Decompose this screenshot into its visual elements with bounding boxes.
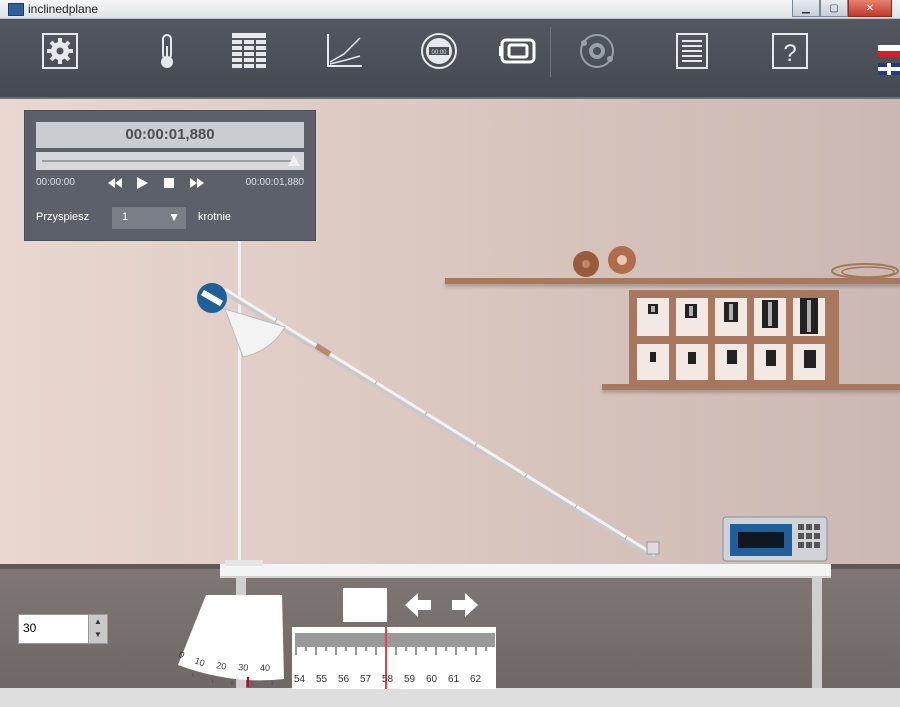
speed-unit: krotnie bbox=[198, 211, 232, 223]
fast-forward-icon bbox=[190, 178, 204, 188]
toolbar: 00:00 ? bbox=[0, 19, 900, 99]
close-button[interactable]: ✕ bbox=[848, 0, 892, 17]
end-time-label: 00:00:01,880 bbox=[245, 177, 304, 188]
table-icon bbox=[232, 33, 266, 68]
app-icon bbox=[8, 3, 24, 16]
ruler-tick-label: 55 bbox=[316, 674, 328, 685]
ruler-tick-label: 59 bbox=[404, 674, 416, 685]
graph-icon bbox=[327, 34, 362, 67]
maximize-button[interactable]: ▢ bbox=[820, 0, 848, 17]
svg-text:?: ? bbox=[783, 40, 796, 67]
seek-thumb[interactable] bbox=[288, 155, 300, 166]
speed-value: 1 bbox=[122, 211, 129, 223]
arrow-right-icon[interactable] bbox=[450, 591, 480, 619]
speed-select[interactable]: 1 ▼ bbox=[112, 207, 186, 229]
angle-stepper[interactable]: 30 ▲ ▼ bbox=[18, 614, 108, 644]
window-title: inclinedplane bbox=[28, 2, 99, 16]
ruler-tick-label: 57 bbox=[360, 674, 372, 685]
ruler-tick-label: 60 bbox=[426, 674, 438, 685]
status-strip bbox=[0, 688, 900, 707]
start-time-label: 00:00:00 bbox=[36, 177, 75, 188]
stepper-up-icon[interactable]: ▲ bbox=[89, 615, 107, 628]
atom-icon bbox=[580, 34, 614, 68]
protractor-tick: 30 bbox=[238, 662, 249, 673]
play-icon bbox=[137, 177, 148, 189]
rewind-button[interactable] bbox=[106, 174, 124, 192]
toolbar-separator bbox=[550, 27, 551, 77]
speed-label: Przyspiesz bbox=[36, 211, 90, 223]
stepper-buttons[interactable]: ▲ ▼ bbox=[88, 615, 107, 643]
simulation-button[interactable] bbox=[577, 31, 617, 71]
ruler-tick-label: 56 bbox=[338, 674, 350, 685]
inclined-plane bbox=[223, 287, 660, 560]
minimize-button[interactable]: ▁ bbox=[792, 0, 820, 17]
current-time-display: 00:00:01,880 bbox=[36, 122, 304, 148]
help-icon: ? bbox=[772, 33, 808, 69]
arrow-left-icon[interactable] bbox=[403, 591, 433, 619]
play-button[interactable] bbox=[133, 174, 151, 192]
stop-icon bbox=[164, 178, 174, 188]
digital-scale-icon[interactable] bbox=[722, 516, 828, 564]
settings-button[interactable] bbox=[40, 31, 80, 71]
playback-controls: 00:00:00 00:00:01,880 bbox=[36, 174, 304, 192]
table-button[interactable] bbox=[229, 31, 269, 71]
spring-icon bbox=[831, 263, 899, 279]
playback-panel: 00:00:01,880 00:00:00 00:00:01,880 Przys… bbox=[24, 110, 316, 241]
fast-forward-button[interactable] bbox=[188, 174, 206, 192]
rewind-icon bbox=[108, 178, 122, 188]
camera-icon bbox=[499, 38, 536, 64]
stopwatch-button[interactable]: 00:00 bbox=[419, 31, 459, 71]
ruler-tool[interactable]: 54 55 56 57 58 59 60 61 62 bbox=[292, 627, 496, 689]
stop-button[interactable] bbox=[160, 174, 178, 192]
english-flag-icon[interactable] bbox=[878, 63, 900, 75]
incline-protractor bbox=[224, 308, 286, 358]
graph-button[interactable] bbox=[324, 31, 364, 71]
seek-track bbox=[42, 160, 292, 162]
simulation-scene: 00:00:01,880 00:00:00 00:00:01,880 Przys… bbox=[0, 99, 900, 707]
chevron-down-icon: ▼ bbox=[168, 210, 180, 224]
stopwatch-icon: 00:00 bbox=[421, 33, 457, 69]
angle-value: 30 bbox=[23, 621, 37, 635]
document-button[interactable] bbox=[672, 31, 712, 71]
ruler-tick-label: 61 bbox=[448, 674, 460, 685]
help-button[interactable]: ? bbox=[770, 31, 810, 71]
polish-flag-icon[interactable] bbox=[878, 45, 900, 57]
seek-bar[interactable] bbox=[36, 152, 304, 170]
language-selector bbox=[878, 45, 900, 75]
ruler-tick-label: 54 bbox=[294, 674, 306, 685]
protractor-tick: 40 bbox=[260, 663, 270, 673]
temperature-button[interactable] bbox=[147, 31, 187, 71]
ruler-tick-label: 58 bbox=[382, 674, 394, 685]
table-leg-right bbox=[812, 578, 822, 688]
window-controls: ▁ ▢ ✕ bbox=[792, 0, 892, 17]
svg-text:00:00: 00:00 bbox=[431, 50, 447, 56]
ruler-tick-label: 62 bbox=[470, 674, 482, 685]
reset-button[interactable] bbox=[343, 588, 387, 622]
stepper-down-icon[interactable]: ▼ bbox=[89, 628, 107, 641]
shelf-wheels-icon bbox=[573, 246, 636, 277]
document-icon bbox=[676, 33, 708, 69]
title-bar: inclinedplane ▁ ▢ ✕ bbox=[0, 0, 900, 19]
thermometer-icon bbox=[161, 34, 173, 68]
protractor-tick: 20 bbox=[216, 660, 228, 672]
settings-icon bbox=[42, 33, 78, 69]
camera-button[interactable] bbox=[498, 31, 538, 71]
clamp-knob-icon[interactable] bbox=[195, 281, 229, 315]
protractor-tool[interactable]: 0 10 20 30 40 bbox=[172, 593, 288, 689]
